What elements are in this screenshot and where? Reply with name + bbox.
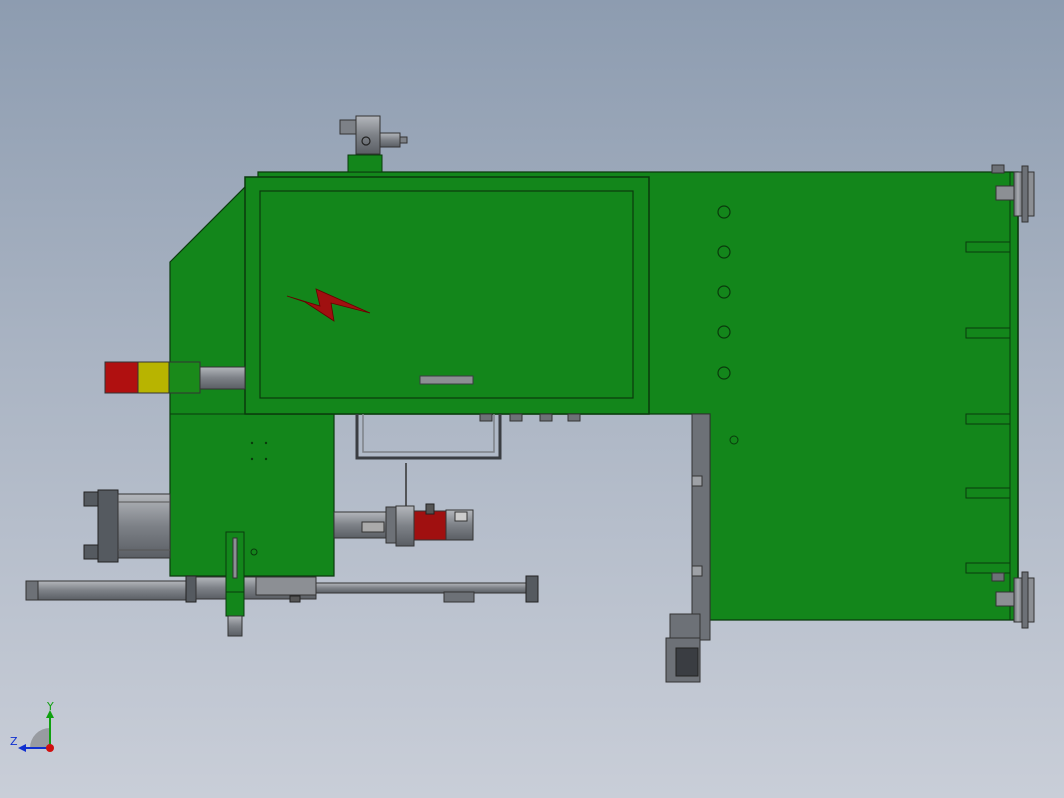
yellow-lamp xyxy=(137,361,170,394)
left-cylinder[interactable] xyxy=(83,489,171,563)
machine-model[interactable]: Y Z xyxy=(0,0,1064,798)
green-lamp xyxy=(168,361,201,394)
door-handle[interactable] xyxy=(419,375,474,385)
right-bracket[interactable] xyxy=(665,413,711,683)
signal-tower[interactable] xyxy=(104,361,246,394)
top-valve-assembly[interactable] xyxy=(339,115,408,173)
motor-body xyxy=(413,510,447,541)
y-axis-label: Y xyxy=(46,700,54,713)
bottom-guide-rail[interactable] xyxy=(25,575,539,603)
z-axis-label: Z xyxy=(10,735,18,748)
under-bracket[interactable] xyxy=(355,413,581,460)
cabinet-door[interactable] xyxy=(244,176,650,415)
signal-tower-mount xyxy=(199,366,246,390)
coordinate-triad[interactable]: Y Z xyxy=(10,700,54,752)
vertical-slider[interactable] xyxy=(225,531,245,637)
cad-viewport[interactable]: Y Z xyxy=(0,0,1064,798)
red-lamp xyxy=(104,361,139,394)
motor-assembly[interactable] xyxy=(333,463,474,547)
